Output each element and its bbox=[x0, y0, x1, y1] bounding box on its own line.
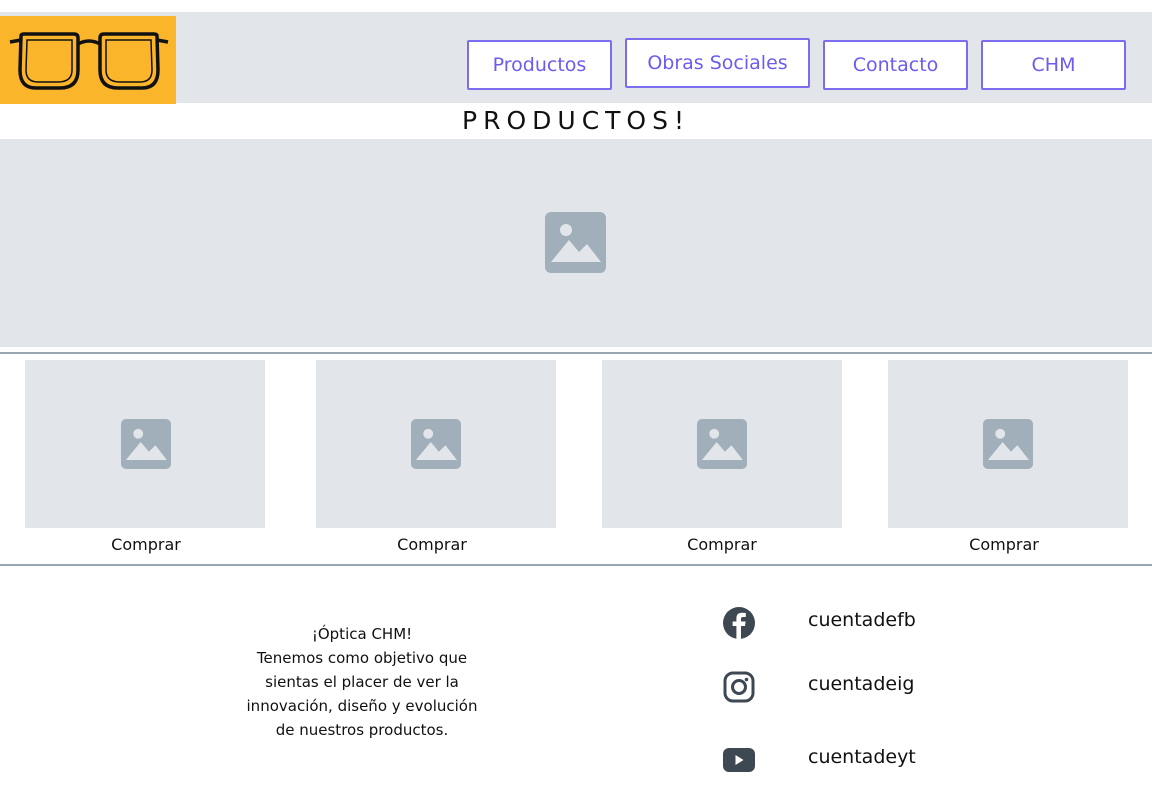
youtube-icon[interactable] bbox=[722, 747, 756, 773]
buy-link[interactable]: Comprar bbox=[26, 535, 266, 554]
nav-productos-button[interactable]: Productos bbox=[467, 40, 612, 90]
footer-line: innovación, diseño y evolución bbox=[246, 697, 478, 715]
facebook-icon[interactable] bbox=[722, 606, 756, 640]
footer-about: ¡Óptica CHM! Tenemos como objetivo que s… bbox=[232, 622, 492, 742]
facebook-account-link[interactable]: cuentadefb bbox=[808, 609, 916, 631]
section-divider bbox=[0, 352, 1152, 354]
nav-chm-button[interactable]: CHM bbox=[981, 40, 1126, 90]
buy-link[interactable]: Comprar bbox=[884, 535, 1124, 554]
image-placeholder-icon bbox=[697, 419, 747, 469]
product-image[interactable] bbox=[25, 360, 265, 528]
footer-heading: ¡Óptica CHM! bbox=[311, 625, 413, 643]
nav-contacto-button[interactable]: Contacto bbox=[823, 40, 968, 90]
image-placeholder-icon bbox=[983, 419, 1033, 469]
youtube-account-link[interactable]: cuentadeyt bbox=[808, 746, 916, 768]
instagram-icon[interactable] bbox=[722, 670, 756, 704]
footer-line: de nuestros productos. bbox=[275, 721, 449, 739]
image-placeholder-icon bbox=[545, 212, 606, 273]
product-image[interactable] bbox=[602, 360, 842, 528]
buy-link[interactable]: Comprar bbox=[312, 535, 552, 554]
footer-line: sientas el placer de ver la bbox=[265, 673, 459, 691]
buy-link[interactable]: Comprar bbox=[602, 535, 842, 554]
footer-divider bbox=[0, 564, 1152, 566]
site-logo[interactable] bbox=[0, 16, 176, 104]
glasses-logo-icon bbox=[9, 32, 169, 90]
product-image[interactable] bbox=[316, 360, 556, 528]
nav-obras-sociales-button[interactable]: Obras Sociales bbox=[625, 38, 810, 88]
hero-image bbox=[0, 139, 1152, 347]
product-image[interactable] bbox=[888, 360, 1128, 528]
image-placeholder-icon bbox=[121, 419, 171, 469]
image-placeholder-icon bbox=[411, 419, 461, 469]
page-title: PRODUCTOS! bbox=[462, 106, 690, 135]
footer-line: Tenemos como objetivo que bbox=[256, 649, 468, 667]
instagram-account-link[interactable]: cuentadeig bbox=[808, 673, 914, 695]
